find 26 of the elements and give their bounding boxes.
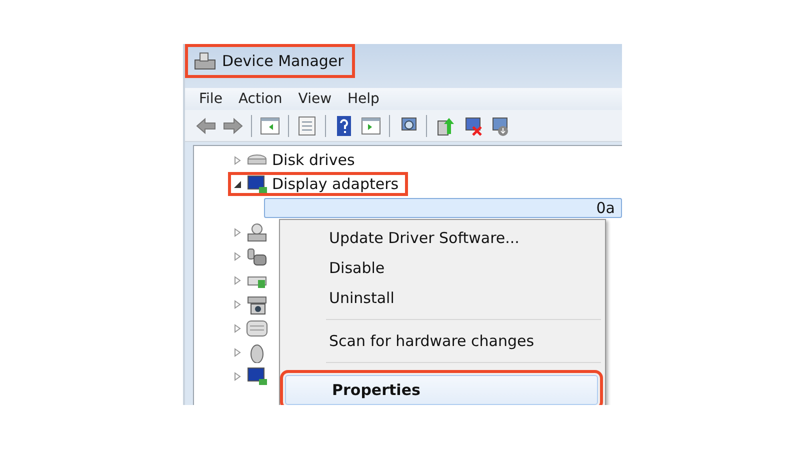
collapsed-arrow-icon[interactable]	[233, 156, 242, 164]
collapsed-arrow-icon[interactable]	[233, 324, 242, 332]
collapsed-arrow-icon[interactable]	[233, 372, 242, 380]
collapsed-arrow-icon[interactable]	[233, 348, 242, 356]
menu-item[interactable]: Disable	[282, 253, 603, 283]
collapsed-arrow-icon[interactable]	[233, 300, 242, 308]
collapsed-arrow-icon[interactable]	[233, 228, 242, 236]
monitor-icon	[246, 174, 268, 194]
menu-item[interactable]: Update Driver Software...	[282, 223, 603, 253]
menu-item[interactable]: View	[298, 91, 332, 107]
window-title: Device Manager	[222, 52, 344, 70]
properties-icon[interactable]	[296, 114, 318, 136]
monitor-icon	[246, 366, 268, 386]
tree-item[interactable]: 0a	[264, 198, 622, 218]
tree-item[interactable]: Disk drives	[272, 151, 355, 169]
menu-item[interactable]: Help	[348, 91, 380, 107]
tree-item[interactable]: Display adapters	[272, 175, 399, 193]
menu-item[interactable]: Action	[238, 91, 282, 107]
expanded-arrow-icon[interactable]	[233, 180, 242, 188]
collapsed-arrow-icon[interactable]	[233, 276, 242, 284]
menu-item[interactable]: File	[199, 91, 222, 107]
camera-icon	[246, 294, 268, 314]
collapsed-arrow-icon[interactable]	[233, 252, 242, 260]
menu-item[interactable]: Uninstall	[282, 283, 603, 313]
menu-item[interactable]: Scan for hardware changes	[282, 326, 603, 356]
keyboard-icon	[246, 318, 268, 338]
